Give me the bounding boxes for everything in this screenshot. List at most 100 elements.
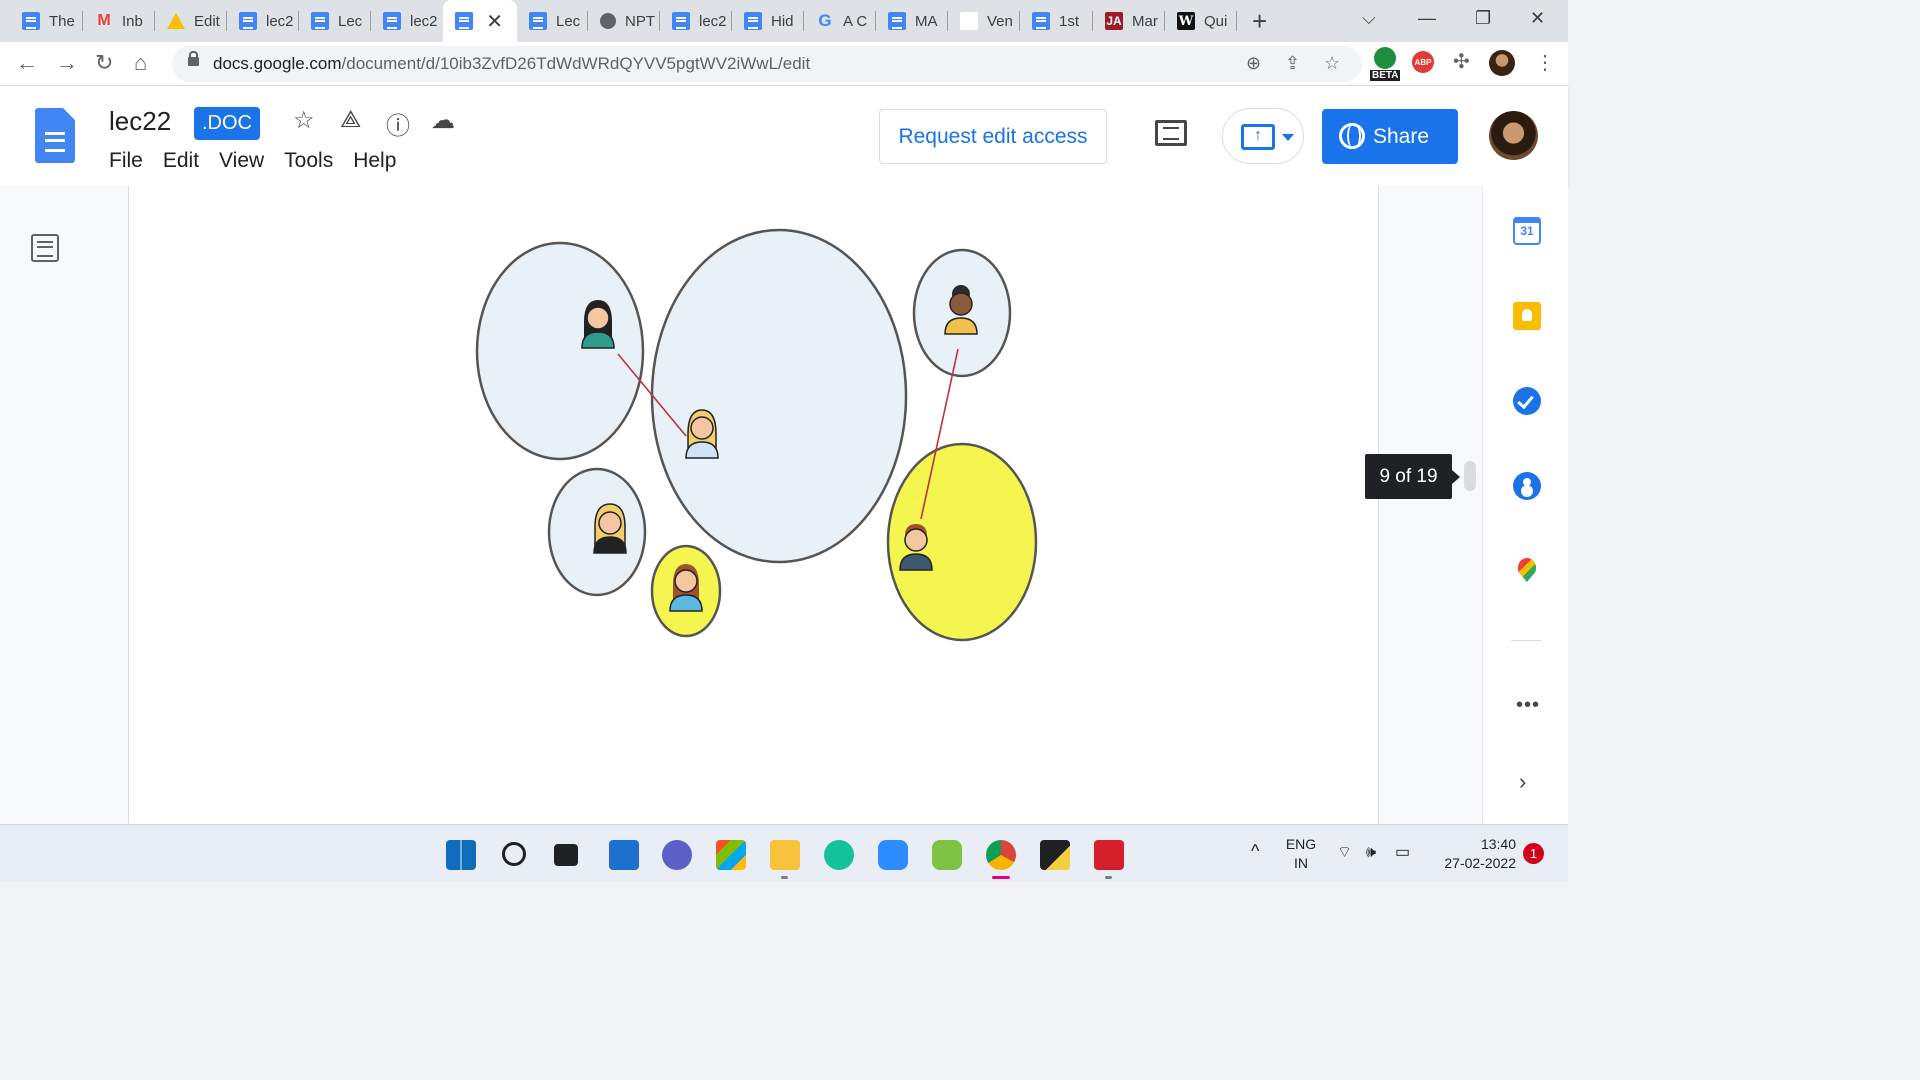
info-icon[interactable]: ⓘ	[386, 106, 410, 141]
running-indicator	[1105, 876, 1112, 879]
tab-0[interactable]: The	[10, 0, 83, 42]
url-text[interactable]: docs.google.com/document/d/10ib3ZvfD26Td…	[213, 54, 810, 74]
expand-panel-chevron-icon[interactable]: ›	[1519, 769, 1526, 795]
tab-active[interactable]: ✕	[443, 0, 517, 42]
tab-title: Mar	[1132, 12, 1158, 30]
tab-16[interactable]: W Qui	[1165, 0, 1237, 42]
task-view-icon[interactable]	[554, 844, 578, 866]
zoom-app-icon[interactable]	[878, 840, 908, 870]
tray-overflow-chevron-icon[interactable]: ^	[1251, 842, 1259, 861]
home-icon[interactable]: ⌂	[134, 50, 147, 76]
reload-icon[interactable]: ↻	[95, 50, 113, 76]
document-title[interactable]: lec22	[109, 106, 171, 137]
restore-icon[interactable]: ❐	[1475, 8, 1491, 29]
tab-12[interactable]: MA	[876, 0, 948, 42]
share-button[interactable]: Share	[1322, 109, 1458, 164]
minimize-icon[interactable]: —	[1418, 8, 1436, 29]
vertical-scrollbar[interactable]	[1464, 461, 1476, 491]
sticky-notes-icon[interactable]	[1040, 840, 1070, 870]
beta-extension-icon[interactable]: BETA	[1370, 47, 1401, 81]
globe-icon	[600, 13, 616, 29]
windows-taskbar: ^ ENG IN ⌔ 🕪 ▭ 13:40 27-02-2022	[0, 824, 1568, 882]
tab-8[interactable]: NPT	[588, 0, 660, 42]
document-page[interactable]	[128, 186, 1379, 824]
group-bubble-left	[475, 241, 645, 461]
tab-5[interactable]: lec2	[371, 0, 443, 42]
forward-icon[interactable]: →	[56, 50, 78, 76]
calendar-icon[interactable]: 31	[1513, 217, 1541, 245]
grammarly-icon[interactable]	[824, 840, 854, 870]
tab-7[interactable]: Lec	[517, 0, 588, 42]
menu-view[interactable]: View	[219, 149, 264, 173]
tab-4[interactable]: Lec	[299, 0, 371, 42]
docs-icon	[239, 12, 257, 30]
maps-icon[interactable]	[1518, 558, 1536, 582]
back-icon[interactable]: ←	[16, 50, 38, 76]
docs-header: lec22 .DOC ☆ ⟁ ⓘ ☁ File Edit View Tools …	[0, 86, 1568, 186]
docs-icon	[529, 12, 547, 30]
tab-title: Inb	[122, 12, 143, 30]
star-icon[interactable]: ☆	[293, 106, 315, 135]
chevron-down-icon	[1282, 134, 1294, 141]
tab-10[interactable]: Hid	[732, 0, 804, 42]
close-tab-icon[interactable]: ✕	[486, 9, 503, 34]
chrome-icon[interactable]	[986, 840, 1016, 870]
cloud-saved-icon[interactable]: ☁	[431, 106, 455, 135]
tab-13[interactable]: Ven	[948, 0, 1020, 42]
new-tab-button[interactable]: +	[1252, 6, 1267, 37]
zoom-icon[interactable]: ⊕	[1246, 53, 1261, 74]
notes-app-icon[interactable]	[932, 840, 962, 870]
widgets-icon[interactable]	[609, 840, 639, 870]
present-button[interactable]: ↑	[1222, 108, 1304, 164]
docs-logo-icon[interactable]	[35, 108, 75, 163]
notification-badge[interactable]: 1	[1523, 843, 1544, 864]
battery-icon[interactable]: ▭	[1395, 843, 1410, 862]
tasks-icon[interactable]	[1513, 387, 1541, 415]
wifi-icon[interactable]: ⌔	[1337, 843, 1352, 862]
teams-chat-icon[interactable]	[662, 840, 692, 870]
share-page-icon[interactable]: ⇪	[1285, 53, 1300, 74]
comments-icon[interactable]	[1155, 120, 1187, 146]
more-addons-icon[interactable]: •••	[1516, 694, 1540, 717]
side-panel: 31 ••• ›	[1482, 186, 1568, 824]
contacts-icon[interactable]	[1513, 472, 1541, 500]
browser-menu-icon[interactable]: ⋮	[1535, 50, 1555, 75]
menu-edit[interactable]: Edit	[163, 149, 199, 173]
adblock-icon[interactable]: ABP	[1412, 51, 1434, 73]
menu-help[interactable]: Help	[353, 149, 396, 173]
tab-1[interactable]: M Inb	[83, 0, 155, 42]
keep-icon[interactable]	[1513, 302, 1541, 330]
tab-search-icon[interactable]: ⌵	[1362, 8, 1376, 29]
address-bar[interactable]: docs.google.com/document/d/10ib3ZvfD26Td…	[172, 46, 1362, 82]
docs-icon	[383, 12, 401, 30]
clock[interactable]: 13:40 27-02-2022	[1430, 835, 1516, 873]
menu-tools[interactable]: Tools	[284, 149, 333, 173]
tab-title: Lec	[338, 12, 363, 30]
store-icon[interactable]	[716, 840, 746, 870]
tab-title: lec2	[410, 12, 438, 30]
document-outline-icon[interactable]	[31, 234, 59, 262]
menu-file[interactable]: File	[109, 149, 143, 173]
lock-icon[interactable]	[188, 51, 199, 66]
bookmark-star-icon[interactable]: ☆	[1324, 53, 1340, 74]
tab-2[interactable]: Edit	[155, 0, 227, 42]
extensions-puzzle-icon[interactable]: ✣	[1453, 49, 1470, 74]
volume-icon[interactable]: 🕪	[1366, 843, 1376, 862]
search-icon[interactable]	[502, 842, 526, 866]
close-window-icon[interactable]: ✕	[1530, 8, 1545, 29]
account-avatar[interactable]	[1489, 111, 1538, 160]
request-edit-access-button[interactable]: Request edit access	[879, 109, 1107, 164]
file-explorer-icon[interactable]	[770, 840, 800, 870]
tab-14[interactable]: 1st	[1020, 0, 1093, 42]
move-to-drive-icon[interactable]: ⟁	[340, 106, 361, 134]
browser-toolbar: ← → ↻ ⌂ docs.google.com/document/d/10ib3…	[0, 42, 1568, 86]
acrobat-icon[interactable]	[1094, 840, 1124, 870]
tab-3[interactable]: lec2	[227, 0, 299, 42]
profile-avatar[interactable]	[1489, 50, 1515, 76]
windows-start-icon[interactable]	[446, 840, 476, 870]
language-indicator[interactable]: ENG IN	[1283, 835, 1319, 873]
group-bubble-center	[650, 228, 908, 564]
tab-9[interactable]: lec2	[660, 0, 732, 42]
tab-11[interactable]: GA C	[804, 0, 876, 42]
tab-15[interactable]: JA Mar	[1093, 0, 1165, 42]
